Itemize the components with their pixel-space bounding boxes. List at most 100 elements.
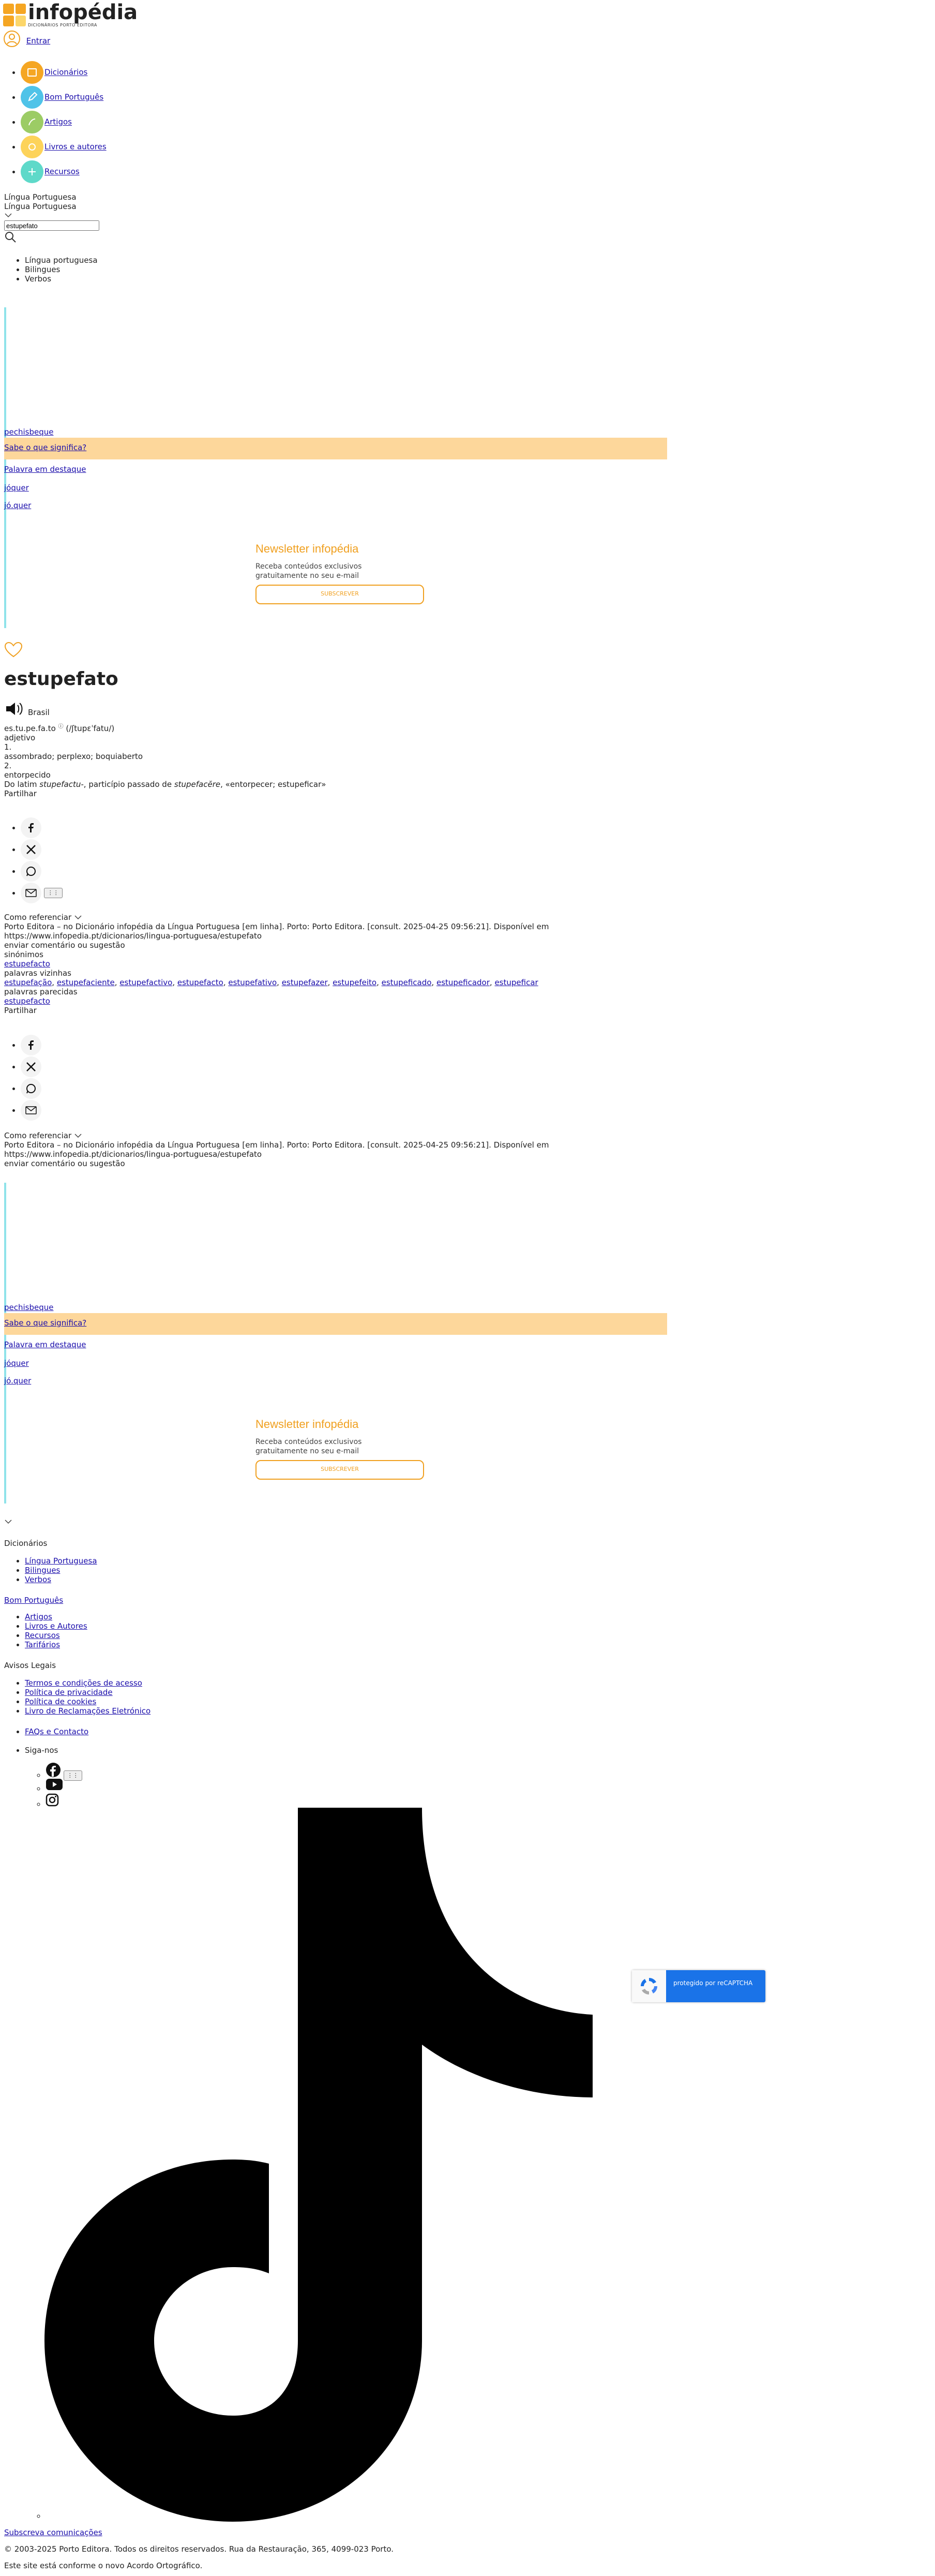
whatsapp-icon[interactable] xyxy=(21,1078,41,1099)
nav-link-dicionarios[interactable]: Dicionários xyxy=(44,68,87,77)
nav-item-recursos[interactable]: Recursos xyxy=(21,160,107,185)
nav-link-artigos[interactable]: Artigos xyxy=(44,117,72,127)
youtube-icon[interactable] xyxy=(46,1778,63,1791)
chevron-down-icon[interactable] xyxy=(4,212,12,218)
nav-item-artigos[interactable]: Artigos xyxy=(21,111,107,136)
tiktok-icon[interactable] xyxy=(44,1808,668,2532)
footer-link[interactable]: Livros e Autores xyxy=(25,1621,87,1631)
instagram-icon[interactable] xyxy=(46,1793,59,1807)
nav-link-recursos[interactable]: Recursos xyxy=(44,167,80,176)
subscribe-button[interactable]: SUBSCREVER xyxy=(255,585,424,604)
facebook-icon[interactable] xyxy=(21,817,41,838)
footer-link[interactable]: Verbos xyxy=(25,1575,51,1584)
nav-link-livros[interactable]: Livros e autores xyxy=(44,142,107,152)
footer-link[interactable]: Língua Portuguesa xyxy=(25,1556,97,1566)
neighbor-link[interactable]: estupefativo xyxy=(228,978,277,987)
promo-featured-link[interactable]: Palavra em destaque xyxy=(4,1340,86,1349)
nav-item-livros[interactable]: Livros e autores xyxy=(21,136,107,160)
neighbor-link[interactable]: estupeficado xyxy=(382,978,432,987)
footer-link[interactable]: Recursos xyxy=(25,1631,60,1640)
speaker-icon[interactable] xyxy=(4,701,25,717)
social-facebook[interactable]: ⋮⋮ xyxy=(46,1762,82,1781)
promo-jquer-syll-link[interactable]: jó.quer xyxy=(4,501,31,510)
promo-jquer-syll-link[interactable]: jó.quer xyxy=(4,1376,31,1386)
promo-word-link[interactable]: pechisbeque xyxy=(4,1303,54,1312)
info-icon[interactable]: ⓘ xyxy=(58,724,64,729)
promo-tile-meaning[interactable]: Sabe o que significa? xyxy=(4,1313,667,1335)
favorite-heart-icon[interactable] xyxy=(4,642,23,658)
neighbor-link[interactable]: estupefeito xyxy=(333,978,376,987)
promo-jquer[interactable]: jóquer xyxy=(4,483,29,493)
promo-featured[interactable]: Palavra em destaque xyxy=(4,1340,86,1349)
footer-link[interactable]: Artigos xyxy=(25,1612,52,1621)
neighbor-link[interactable]: estupefactivo xyxy=(119,978,172,987)
promo-featured-link[interactable]: Palavra em destaque xyxy=(4,465,86,474)
promo-meaning-link[interactable]: Sabe o que significa? xyxy=(4,1318,86,1328)
neighbor-link[interactable]: estupefaciente xyxy=(57,978,115,987)
cite-toggle[interactable]: Como referenciar xyxy=(4,1131,645,1140)
footer-link[interactable]: Termos e condições de acesso xyxy=(25,1678,142,1688)
share-facebook[interactable] xyxy=(21,817,63,839)
share-facebook[interactable] xyxy=(21,1035,41,1056)
search-icon[interactable] xyxy=(4,231,17,243)
share-whatsapp[interactable] xyxy=(21,1078,41,1100)
synonym-link[interactable]: estupefacto xyxy=(4,959,50,969)
neighbor-link[interactable]: estupeficar xyxy=(494,978,538,987)
promo-jquer-syll[interactable]: jó.quer xyxy=(4,501,31,510)
nav-link-bom-portugues[interactable]: Bom Português xyxy=(44,93,103,102)
promo-jquer[interactable]: jóquer xyxy=(4,1359,29,1368)
cite-toggle[interactable]: Como referenciar xyxy=(4,913,645,922)
subscribe-communications[interactable]: Subscreva comunicações xyxy=(4,2528,102,2537)
suggestion-item[interactable]: Verbos xyxy=(25,274,98,284)
share-x[interactable] xyxy=(21,1056,41,1078)
x-twitter-icon[interactable] xyxy=(21,839,41,860)
feedback-link[interactable]: enviar comentário ou sugestão xyxy=(4,1159,645,1168)
x-twitter-icon[interactable] xyxy=(21,1056,41,1077)
suggestion-item[interactable]: Língua portuguesa xyxy=(25,256,98,265)
share-email[interactable]: ⋮⋮ xyxy=(21,883,63,904)
recaptcha-badge[interactable]: protegido por reCAPTCHA xyxy=(632,1970,765,2002)
neighbor-link[interactable]: estupeficador xyxy=(436,978,490,987)
footer-bom-portugues[interactable]: Bom Português xyxy=(4,1596,63,1605)
faq-link[interactable]: FAQs e Contacto xyxy=(25,1727,88,1736)
share-whatsapp[interactable] xyxy=(21,861,63,883)
login[interactable]: Entrar xyxy=(3,30,50,50)
suggestion-item[interactable]: Bilingues xyxy=(25,265,98,274)
more-share-button[interactable]: ⋮⋮ xyxy=(43,888,63,898)
whatsapp-icon[interactable] xyxy=(21,861,41,882)
footer-bom-portugues-link[interactable]: Bom Português xyxy=(4,1596,63,1605)
similar-link[interactable]: estupefacto xyxy=(4,996,50,1006)
dictionary-select[interactable]: Língua Portuguesa xyxy=(4,202,99,211)
email-icon[interactable] xyxy=(21,1100,41,1121)
subscribe-communications-link[interactable]: Subscreva comunicações xyxy=(4,2528,102,2537)
facebook-icon[interactable] xyxy=(21,1035,41,1055)
promo-word-link[interactable]: pechisbeque xyxy=(4,427,54,437)
brand-logo[interactable]: infopédia DICIONÁRIOS PORTO EDITORA xyxy=(3,2,138,27)
promo-jquer-syll[interactable]: jó.quer xyxy=(4,1376,31,1386)
social-instagram[interactable] xyxy=(46,1793,82,1809)
more-social-button[interactable]: ⋮⋮ xyxy=(63,1770,82,1781)
footer-link[interactable]: Política de privacidade xyxy=(25,1688,113,1697)
share-x[interactable] xyxy=(21,839,63,861)
login-link[interactable]: Entrar xyxy=(26,36,50,46)
email-icon[interactable] xyxy=(21,883,41,903)
promo-jquer-link[interactable]: jóquer xyxy=(4,483,29,493)
promo-meaning-link[interactable]: Sabe o que significa? xyxy=(4,443,86,452)
footer-link[interactable]: Bilingues xyxy=(25,1566,60,1575)
subscribe-button[interactable]: SUBSCREVER xyxy=(255,1460,424,1480)
promo-jquer-link[interactable]: jóquer xyxy=(4,1359,29,1368)
chevron-down-icon[interactable] xyxy=(4,1519,12,1524)
neighbor-link[interactable]: estupefação xyxy=(4,978,52,987)
footer-link[interactable]: Política de cookies xyxy=(25,1697,96,1706)
neighbor-link[interactable]: estupefacto xyxy=(177,978,223,987)
footer-link[interactable]: Livro de Reclamações Eletrónico xyxy=(25,1706,150,1716)
promo-tile-meaning[interactable]: Sabe o que significa? xyxy=(4,438,667,459)
footer-link[interactable]: Tarifários xyxy=(25,1640,60,1649)
share-email[interactable] xyxy=(21,1100,41,1122)
nav-item-dicionarios[interactable]: Dicionários xyxy=(21,61,107,86)
feedback-link[interactable]: enviar comentário ou sugestão xyxy=(4,941,645,950)
search-input[interactable] xyxy=(4,220,99,231)
promo-featured[interactable]: Palavra em destaque xyxy=(4,465,86,474)
neighbor-link[interactable]: estupefazer xyxy=(282,978,328,987)
facebook-icon[interactable] xyxy=(46,1762,61,1778)
